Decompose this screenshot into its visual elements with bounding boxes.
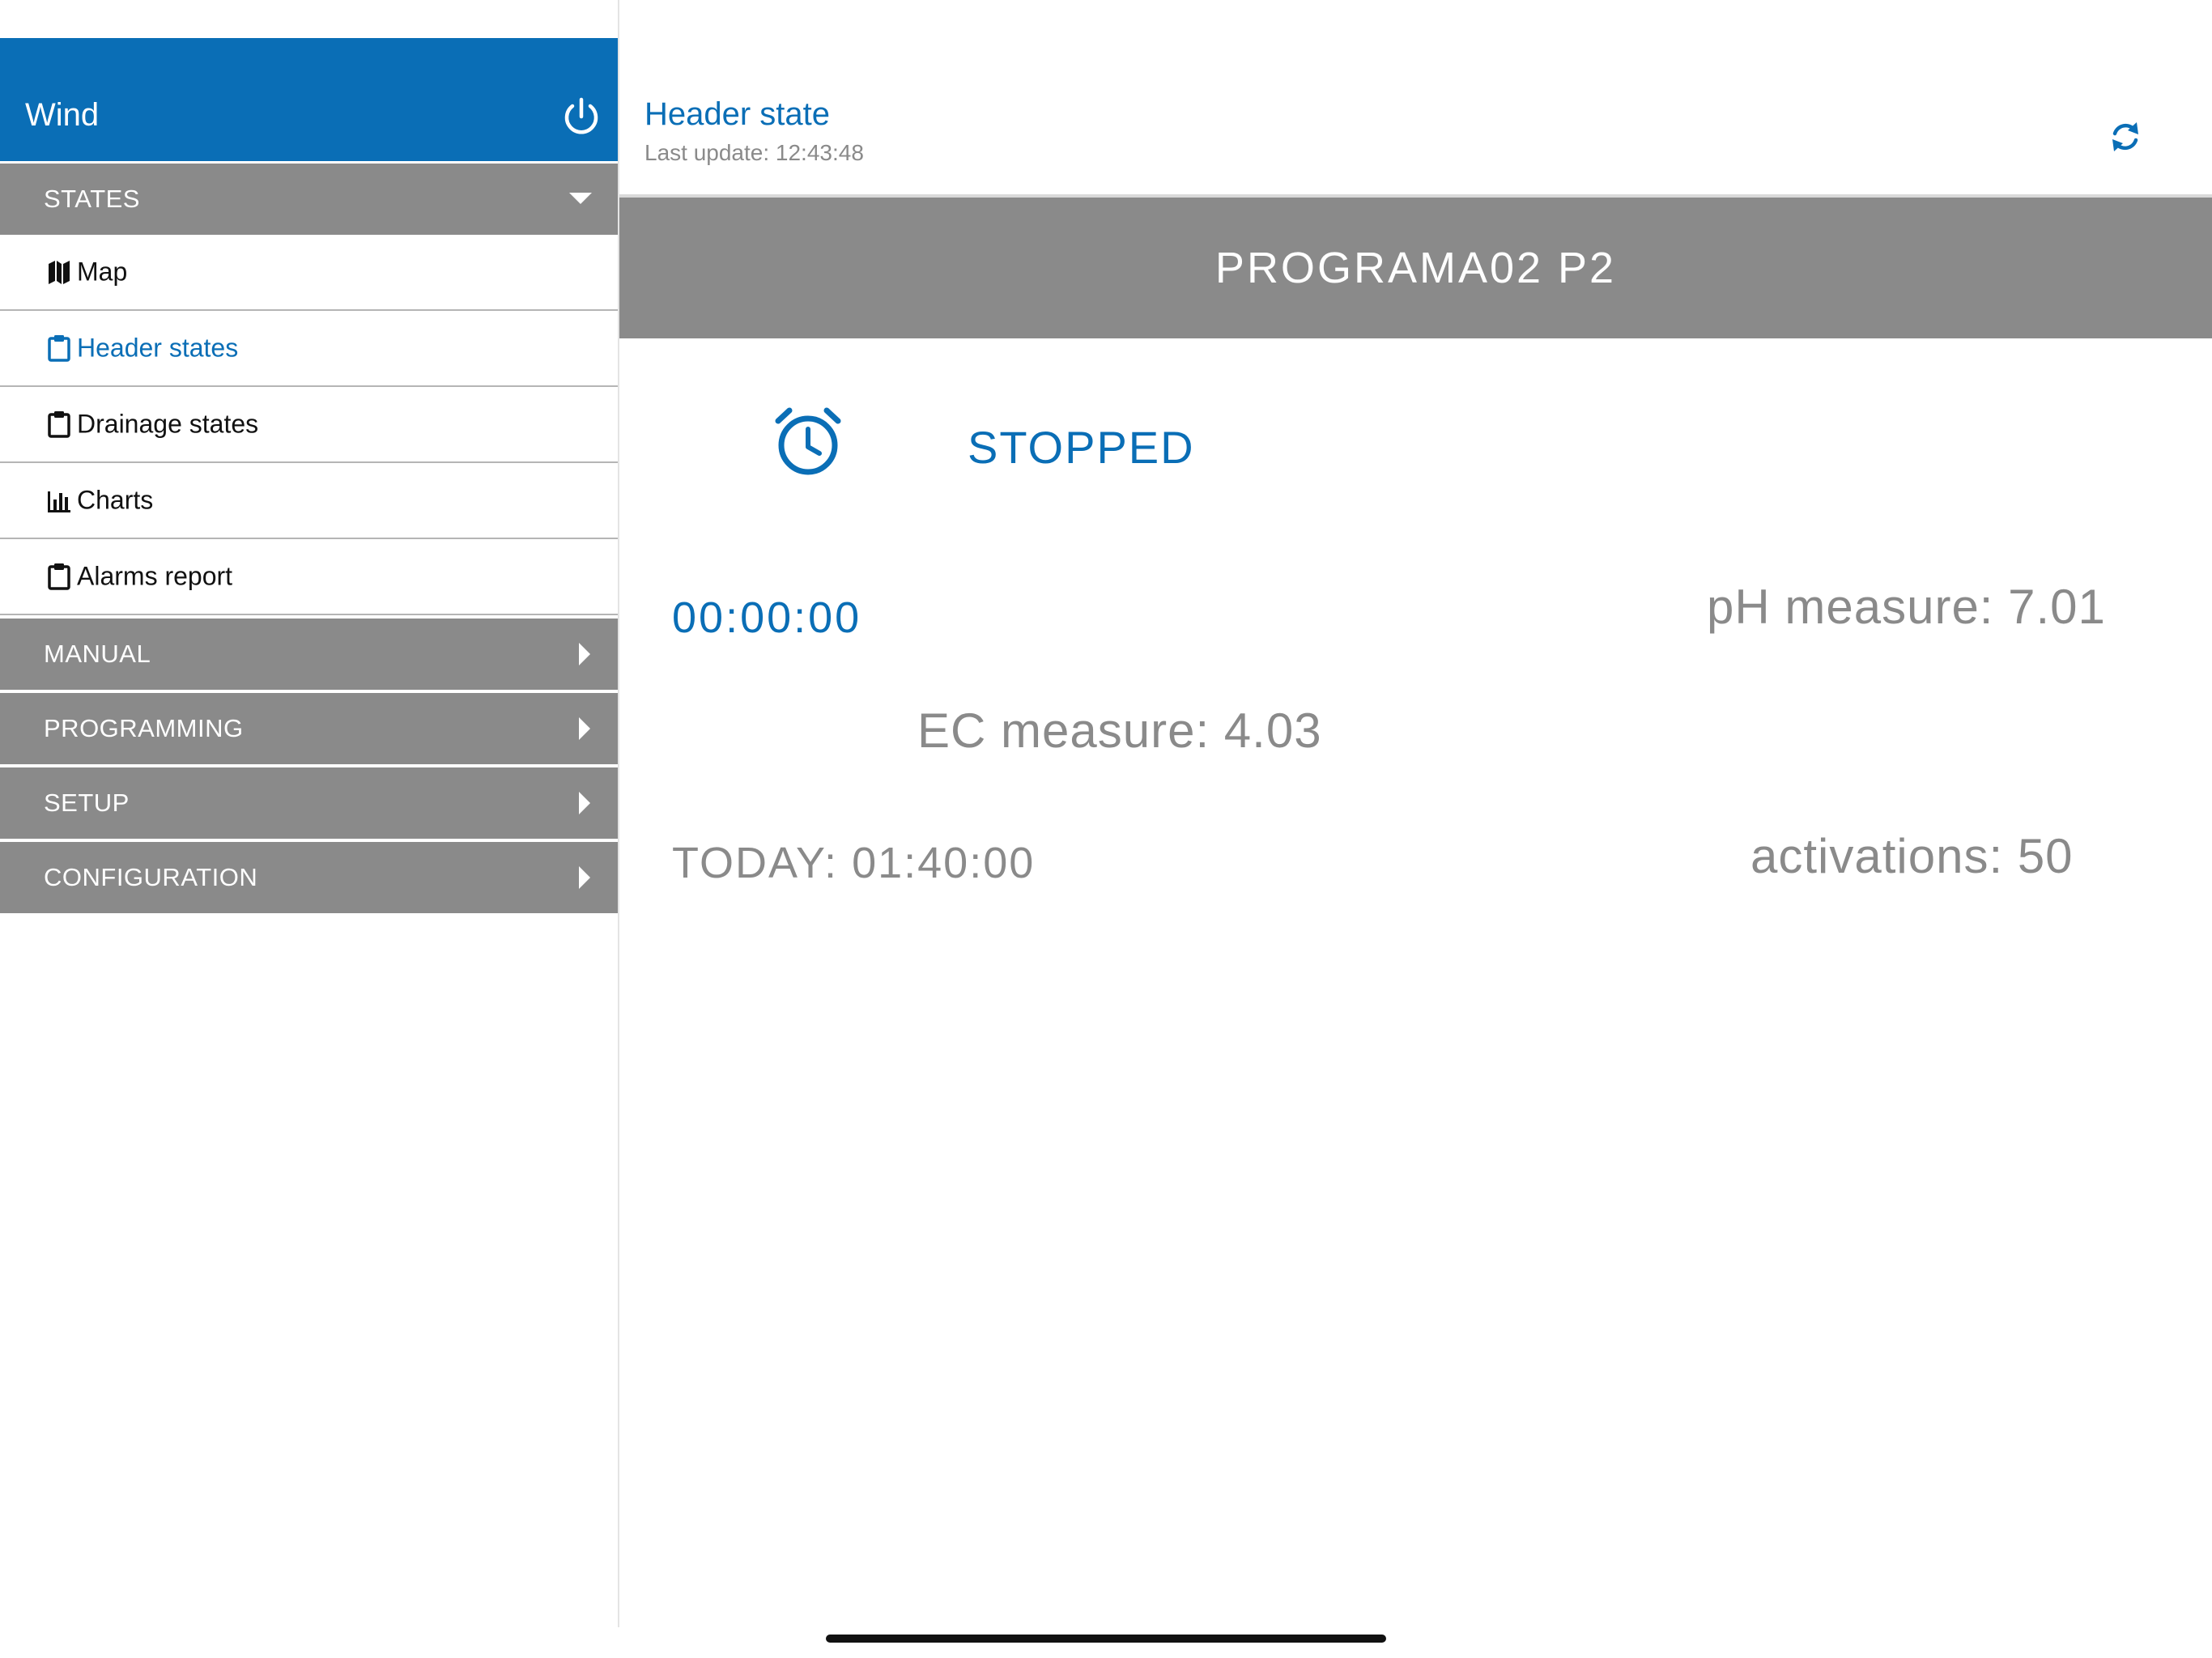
caret-down-icon	[569, 193, 592, 204]
sidebar-item-alarms-report[interactable]: Alarms report	[0, 539, 618, 615]
sidebar-item-label: Alarms report	[77, 561, 233, 591]
sidebar-item-header-states[interactable]: Header states	[0, 311, 618, 387]
page-title: Header state	[644, 96, 831, 132]
section-configuration-label: CONFIGURATION	[44, 863, 258, 891]
caret-right-icon	[579, 643, 590, 665]
today-duration: TODAY: 01:40:00	[672, 839, 1036, 887]
clipboard-icon	[48, 411, 70, 438]
sidebar-item-drainage-states[interactable]: Drainage states	[0, 387, 618, 463]
program-name: PROGRAMA02 P2	[1214, 244, 1617, 292]
alarm-clock-icon	[773, 405, 843, 478]
sidebar-item-map[interactable]: Map	[0, 235, 618, 311]
section-configuration[interactable]: CONFIGURATION	[0, 842, 618, 913]
section-manual-label: MANUAL	[44, 640, 151, 668]
status-text: STOPPED	[968, 422, 1195, 473]
bar-chart-icon	[48, 491, 70, 512]
refresh-button[interactable]	[2101, 113, 2150, 161]
refresh-icon	[2112, 122, 2138, 151]
section-states-label: STATES	[44, 185, 140, 213]
activations-count: activations: 50	[1750, 829, 2074, 883]
section-states[interactable]: STATES	[0, 164, 618, 235]
sidebar-item-label: Header states	[77, 333, 239, 363]
sidebar-item-label: Charts	[77, 485, 154, 515]
timer-value: 00:00:00	[672, 593, 862, 642]
power-button[interactable]	[559, 95, 604, 140]
sidebar-item-label: Map	[77, 257, 128, 287]
last-update-text: Last update: 12:43:48	[644, 140, 864, 165]
section-setup-label: SETUP	[44, 789, 130, 817]
sidebar-item-charts[interactable]: Charts	[0, 463, 618, 539]
caret-right-icon	[579, 866, 590, 889]
map-icon	[49, 261, 70, 284]
ec-measure: EC measure: 4.03	[917, 704, 1322, 758]
section-programming[interactable]: PROGRAMMING	[0, 693, 618, 764]
sidebar-item-label: Drainage states	[77, 409, 259, 439]
section-setup[interactable]: SETUP	[0, 767, 618, 839]
caret-right-icon	[579, 792, 590, 814]
top-bar: Header state Last update: 12:43:48	[619, 38, 2212, 198]
section-programming-label: PROGRAMMING	[44, 714, 244, 742]
main-content: Header state Last update: 12:43:48 PROGR…	[619, 0, 2212, 1658]
home-indicator[interactable]	[826, 1635, 1386, 1643]
program-bar: PROGRAMA02 P2	[619, 198, 2212, 338]
ph-measure: pH measure: 7.01	[1707, 580, 2106, 634]
section-manual[interactable]: MANUAL	[0, 619, 618, 690]
caret-right-icon	[579, 717, 590, 740]
sidebar: Wind STATES Map Header states Drainage s…	[0, 0, 619, 1627]
clipboard-icon	[48, 335, 70, 362]
clipboard-icon	[48, 563, 70, 590]
power-icon	[564, 97, 598, 134]
app-title: Wind	[25, 97, 100, 133]
